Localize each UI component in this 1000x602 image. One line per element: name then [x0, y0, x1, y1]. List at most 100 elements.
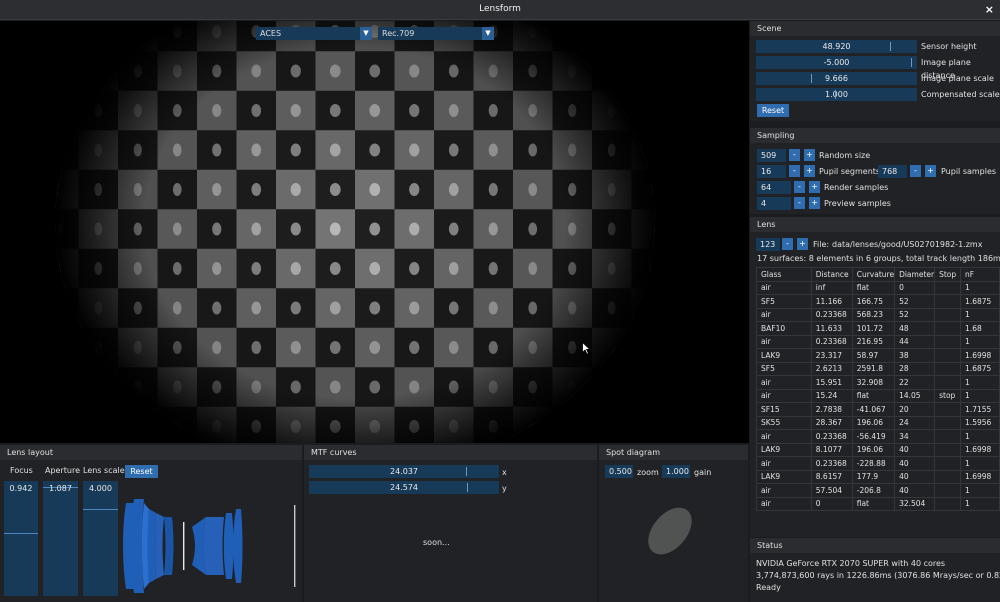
decrement-button[interactable]: -: [910, 165, 921, 177]
mtf-x-slider[interactable]: 24.037: [309, 465, 499, 478]
checker-square: [55, 406, 79, 443]
column-header: Glass: [756, 267, 812, 282]
table-cell: flat: [851, 388, 896, 403]
checker-square: [671, 21, 711, 52]
checker-square: [0, 91, 40, 131]
increment-button[interactable]: +: [925, 165, 936, 177]
increment-button[interactable]: +: [809, 197, 820, 209]
bokeh-dot: [647, 301, 655, 315]
mtf-y-value: 24.574: [390, 483, 418, 492]
table-row: SF15 2.7838 -41.067 20 1.7155: [756, 402, 1000, 417]
bokeh-dot: [55, 64, 63, 78]
scene-slider[interactable]: -5.000: [756, 56, 917, 69]
increment-button[interactable]: +: [804, 165, 815, 177]
sampling-value-field[interactable]: 64: [757, 181, 791, 194]
lens-summary: 17 surfaces: 8 elements in 6 groups, tot…: [757, 254, 1000, 263]
checker-square: [671, 367, 711, 407]
bokeh-dot: [727, 104, 733, 117]
table-cell: 28: [894, 361, 936, 376]
checker-square: [552, 406, 593, 443]
table-cell: flat: [851, 496, 896, 511]
table-cell: [934, 375, 962, 390]
pupil-samples-field[interactable]: 768: [878, 165, 907, 178]
table-cell: BAF10: [756, 321, 812, 336]
table-cell: 1: [960, 456, 1000, 471]
sampling-value-field[interactable]: 509: [757, 149, 786, 162]
bokeh-dot: [607, 64, 616, 78]
bokeh-dot: [55, 420, 63, 433]
sampling-value-field[interactable]: 4: [757, 197, 791, 210]
zoom-label: zoom: [637, 468, 659, 477]
bokeh-dot: [647, 380, 655, 394]
lens-element: [147, 509, 156, 583]
spot-title: Spot diagram: [599, 445, 748, 460]
checker-square: [55, 90, 79, 131]
checker-square: [671, 407, 711, 443]
table-cell: 216.95: [851, 334, 896, 349]
table-cell: 23.317: [810, 348, 853, 363]
scene-reset-button[interactable]: Reset: [757, 104, 789, 117]
bokeh-dot: [687, 104, 694, 117]
checker-square: [711, 130, 750, 170]
column-header: Distance: [810, 267, 853, 282]
table-row: SF5 2.6213 2591.8 28 1.6875: [756, 361, 1000, 376]
bokeh-dot: [55, 104, 63, 117]
scene-slider[interactable]: 48.920: [756, 40, 917, 53]
checker-square: [671, 130, 711, 170]
checker-square: [631, 406, 655, 443]
bokeh-dot: [55, 25, 63, 38]
lens-scale-slider[interactable]: 4.000: [83, 481, 118, 596]
checker-square: [0, 328, 40, 368]
image-plane: [294, 505, 296, 587]
focus-label: Focus: [10, 466, 33, 475]
gain-field[interactable]: 1.000: [662, 465, 690, 478]
sampling-value-field[interactable]: 16: [757, 165, 786, 178]
checker-square: [78, 367, 119, 408]
table-cell: 166.75: [851, 294, 896, 309]
checker-square: [631, 367, 655, 408]
file-label: File:: [813, 240, 830, 249]
column-header: Stop: [934, 267, 962, 282]
zoom-field[interactable]: 0.500: [605, 465, 633, 478]
table-cell: 32.908: [851, 375, 896, 390]
checker-square: [671, 249, 711, 289]
table-row: air 0.23368 -228.88 40 1: [756, 456, 1000, 471]
table-cell: air: [756, 334, 812, 349]
checker-square: [55, 21, 79, 52]
scene-slider[interactable]: 9.666: [756, 72, 917, 85]
bokeh-dot: [647, 143, 655, 157]
status-state: Ready: [756, 583, 781, 592]
lens-index-decrement-button[interactable]: -: [782, 238, 793, 250]
aperture-slider[interactable]: 1.087: [43, 481, 78, 596]
mtf-y-slider[interactable]: 24.574: [309, 481, 499, 494]
bokeh-dot: [55, 143, 63, 157]
decrement-button[interactable]: -: [794, 181, 805, 193]
colorspace-dropdown[interactable]: Rec.709 ▼: [378, 27, 494, 40]
close-icon[interactable]: ×: [985, 3, 994, 16]
lens-layout-reset-button[interactable]: Reset: [125, 465, 158, 478]
checker-square: [711, 407, 750, 443]
lens-index-increment-button[interactable]: +: [797, 238, 808, 250]
decrement-button[interactable]: -: [789, 165, 800, 177]
tonemap-dropdown[interactable]: ACES ▼: [256, 27, 372, 40]
lens-index-field[interactable]: 123: [756, 238, 780, 251]
sampling-title: Sampling: [750, 128, 1000, 143]
increment-button[interactable]: +: [809, 181, 820, 193]
mtf-panel: MTF curves 24.037 x 24.574 y soon...: [304, 445, 597, 602]
checker-square: [631, 51, 655, 92]
decrement-button[interactable]: -: [789, 149, 800, 161]
table-cell: 1: [960, 280, 1000, 295]
table-cell: 58.97: [851, 348, 896, 363]
checker-square: [592, 367, 632, 408]
decrement-button[interactable]: -: [794, 197, 805, 209]
increment-button[interactable]: +: [804, 149, 815, 161]
table-cell: 0.23368: [810, 334, 853, 349]
bokeh-dot: [687, 302, 694, 315]
render-viewport[interactable]: ACES ▼ Rec.709 ▼: [0, 21, 749, 443]
bokeh-dot: [16, 262, 23, 275]
mtf-placeholder: soon...: [423, 538, 450, 547]
checker-square: [0, 367, 40, 407]
focus-slider[interactable]: 0.942: [4, 481, 38, 596]
scene-slider-label: Compensated scale: [921, 90, 1000, 99]
scene-slider[interactable]: 1.000: [756, 88, 917, 101]
